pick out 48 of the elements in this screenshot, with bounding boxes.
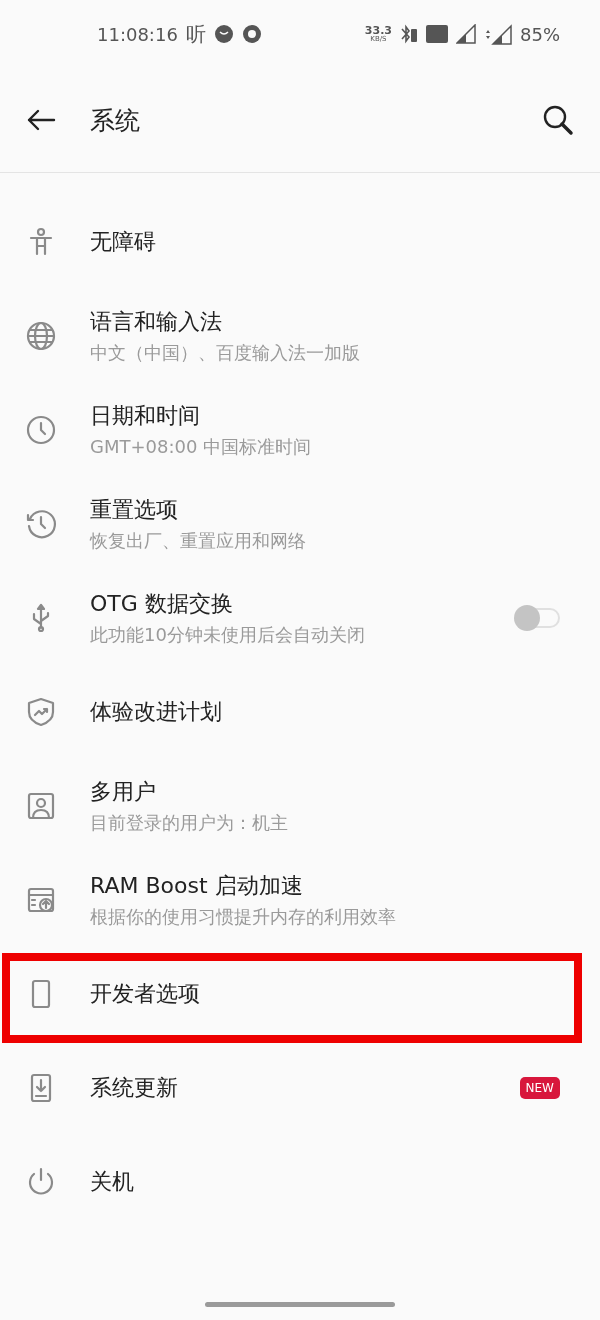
settings-item[interactable]: 日期和时间 GMT+08:00 中国标准时间 [0,383,600,477]
bluetooth-battery-icon [400,24,418,44]
item-title: OTG 数据交换 [90,590,234,618]
settings-item[interactable]: 重置选项 恢复出厂、重置应用和网络 [0,477,600,571]
item-title: RAM Boost 启动加速 [90,872,304,900]
item-subtitle: 此功能10分钟未使用后会自动关闭 [90,623,366,647]
clock-time: 11:08:16 [97,23,178,45]
item-subtitle: 中文（中国）、百度输入法一加版 [90,341,361,365]
shield-icon [26,697,56,727]
item-title: 关机 [90,1168,135,1196]
item-title: 日期和时间 [90,402,201,430]
server-upload-icon [26,885,56,915]
app-glyph: 听 [185,20,206,48]
item-title: 多用户 [90,778,157,806]
item-title: 系统更新 [90,1074,179,1102]
power-icon [26,1167,56,1197]
item-title: 语言和输入法 [90,308,223,336]
item-title: 重置选项 [90,496,179,524]
battery-percent: 85% [520,23,560,45]
person-icon [26,791,56,821]
globe-icon [26,321,56,351]
item-subtitle: 根据你的使用习惯提升内存的利用效率 [90,905,397,929]
item-subtitle: GMT+08:00 中国标准时间 [90,435,313,459]
page-title: 系统 [90,104,140,137]
settings-item[interactable]: 多用户 目前登录的用户为：机主 [0,759,600,853]
settings-item[interactable]: 语言和输入法 中文（中国）、百度输入法一加版 [0,289,600,383]
settings-item[interactable]: 系统更新 NEW [0,1041,600,1135]
item-title: 无障碍 [90,228,157,256]
settings-item[interactable]: 关机 [0,1135,600,1229]
settings-item[interactable]: RAM Boost 启动加速 根据你的使用习惯提升内存的利用效率 [0,853,600,947]
settings-item[interactable]: 开发者选项 [0,947,600,1041]
settings-item[interactable]: 无障碍 [0,195,600,289]
back-button[interactable] [26,108,56,132]
item-title: 开发者选项 [90,980,201,1008]
item-subtitle: 恢复出厂、重置应用和网络 [90,529,307,553]
record-icon [241,24,262,44]
settings-item[interactable]: OTG 数据交换 此功能10分钟未使用后会自动关闭 [0,571,600,665]
signal-icon [456,24,476,44]
toggle-switch[interactable] [516,608,560,628]
settings-item[interactable]: 体验改进计划 [0,665,600,759]
signal-4g-icon [484,23,512,45]
clock-icon [26,415,56,445]
notification-icon [213,24,234,44]
item-title: 体验改进计划 [90,698,223,726]
search-button[interactable] [542,104,574,136]
item-subtitle: 目前登录的用户为：机主 [90,811,289,835]
history-icon [26,509,56,539]
new-badge: NEW [519,1077,560,1099]
